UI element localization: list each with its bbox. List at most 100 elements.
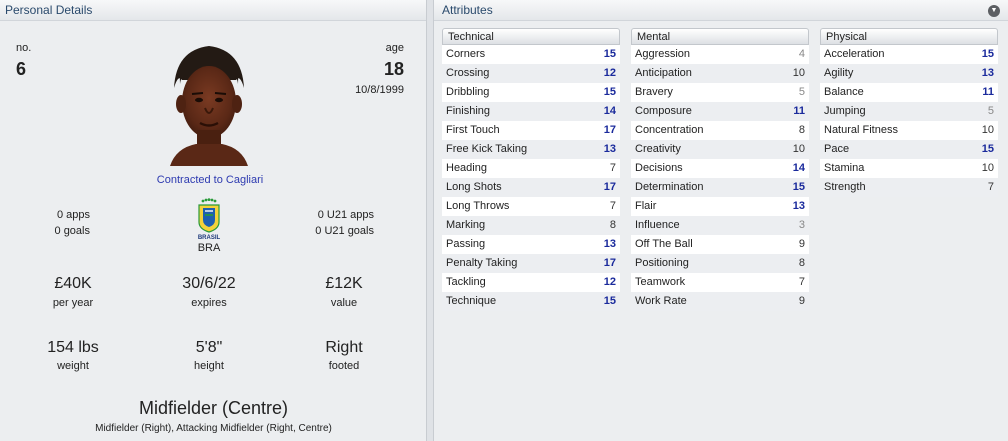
squad-number: 6 [16,59,27,79]
attribute-row[interactable]: Aggression 4 [631,45,809,64]
attribute-value: 7 [987,181,994,193]
attribute-name: Teamwork [635,276,686,288]
attribute-name: Flair [635,200,657,212]
attribute-row[interactable]: Free Kick Taking 13 [442,140,620,159]
physical-list: Acceleration 15 Agility 13 Balance 11 Jumping 5… [820,45,998,197]
attribute-name: Strength [824,181,866,193]
attribute-row[interactable]: Finishing 14 [442,102,620,121]
attribute-row[interactable]: Technique 15 [442,292,620,311]
attribute-row[interactable]: Off The Ball 9 [631,235,809,254]
attribute-name: Stamina [824,162,865,174]
contract-expiry-value: 30/6/22 [182,275,236,292]
attribute-row[interactable]: Positioning 8 [631,254,809,273]
attribute-value: 8 [798,124,805,136]
u21-goals-count: 0 U21 goals [315,225,374,237]
attribute-row[interactable]: Corners 15 [442,45,620,64]
attribute-row[interactable]: Agility 13 [820,64,998,83]
attribute-row[interactable]: Concentration 8 [631,121,809,140]
attribute-row[interactable]: Pace 15 [820,140,998,159]
attribute-row[interactable]: Influence 3 [631,216,809,235]
attribute-row[interactable]: Decisions 14 [631,159,809,178]
attribute-row[interactable]: Dribbling 15 [442,83,620,102]
attribute-row[interactable]: Natural Fitness 10 [820,121,998,140]
crest-text: BRASIL [197,235,221,241]
attribute-name: Bravery [635,86,673,98]
goals-count: 0 goals [54,225,90,237]
attribute-name: Acceleration [824,48,885,60]
apps-count: 0 apps [56,209,90,221]
attribute-value: 9 [798,295,805,307]
attribute-row[interactable]: Stamina 10 [820,159,998,178]
attribute-value: 15 [603,48,616,60]
attribute-name: Positioning [635,257,689,269]
squad-number-label: no. [16,42,32,54]
attribute-name: Determination [635,181,704,193]
attributes-panel: Attributes ▼ Technical Corners 15 Crossing… [433,0,1008,441]
attribute-name: Anticipation [635,67,692,79]
attribute-value: 13 [603,143,616,155]
attribute-value: 10 [981,162,994,174]
attribute-row[interactable]: Tackling 12 [442,273,620,292]
attribute-value: 14 [603,105,616,117]
attribute-name: Crossing [446,67,490,79]
attribute-value: 13 [981,67,994,79]
attribute-name: Free Kick Taking [446,143,528,155]
attribute-row[interactable]: Teamwork 7 [631,273,809,292]
attribute-name: Passing [446,238,486,250]
attribute-row[interactable]: Long Shots 17 [442,178,620,197]
attribute-row[interactable]: Penalty Taking 17 [442,254,620,273]
attribute-row[interactable]: Jumping 5 [820,102,998,121]
attribute-name: Creativity [635,143,681,155]
attribute-row[interactable]: Composure 11 [631,102,809,121]
attribute-value: 5 [987,105,994,117]
technical-heading: Technical [442,28,620,45]
physical-attributes: Physical Acceleration 15 Agility 13 Balance 1… [820,28,998,197]
chevron-down-icon[interactable]: ▼ [988,5,1000,17]
attribute-name: Balance [824,86,864,98]
attribute-row[interactable]: Creativity 10 [631,140,809,159]
attribute-row[interactable]: Crossing 12 [442,64,620,83]
attribute-row[interactable]: Work Rate 9 [631,292,809,311]
attribute-row[interactable]: Bravery 5 [631,83,809,102]
attribute-row[interactable]: Long Throws 7 [442,197,620,216]
attribute-value: 8 [798,257,805,269]
attribute-row[interactable]: Acceleration 15 [820,45,998,64]
attribute-value: 13 [603,238,616,250]
player-portrait [170,46,248,166]
attribute-name: Decisions [635,162,683,174]
attribute-name: Long Throws [446,200,510,212]
personal-details-title: Personal Details [0,0,426,21]
attribute-row[interactable]: Determination 15 [631,178,809,197]
attribute-row[interactable]: Flair 13 [631,197,809,216]
attribute-value: 17 [603,181,616,193]
attribute-value: 10 [981,124,994,136]
attribute-row[interactable]: Passing 13 [442,235,620,254]
nation-crest-icon[interactable] [196,198,222,238]
attribute-row[interactable]: Marking 8 [442,216,620,235]
height-label: height [194,360,224,372]
attribute-row[interactable]: Strength 7 [820,178,998,197]
secondary-positions: Midfielder (Right), Attacking Midfielder… [95,423,332,434]
contract-club-link[interactable]: Contracted to Cagliari [100,174,320,186]
attribute-row[interactable]: Heading 7 [442,159,620,178]
attribute-name: Pace [824,143,850,155]
attribute-row[interactable]: Anticipation 10 [631,64,809,83]
weight-value: 154 lbs [47,339,99,356]
attribute-name: Finishing [446,105,491,117]
attribute-row[interactable]: First Touch 17 [442,121,620,140]
attribute-name: Work Rate [635,295,687,307]
primary-position: Midfielder (Centre) [138,398,289,418]
attribute-name: Dribbling [446,86,490,98]
attribute-name: Influence [635,219,680,231]
nationality[interactable]: BRA [189,242,229,254]
personal-details-panel: Personal Details no. 6 age 18 10/8/1999 … [0,0,427,441]
attributes-title: Attributes [434,0,1008,21]
attribute-value: 10 [792,143,805,155]
technical-list: Corners 15 Crossing 12 Dribbling 15 Finishing 1… [442,45,620,311]
attribute-row[interactable]: Balance 11 [820,83,998,102]
attribute-name: Aggression [635,48,691,60]
attribute-value: 3 [798,219,805,231]
attribute-name: First Touch [446,124,500,136]
attribute-name: Technique [446,295,497,307]
mental-attributes: Mental Aggression 4 Anticipation 10 Bravery 5… [631,28,809,311]
